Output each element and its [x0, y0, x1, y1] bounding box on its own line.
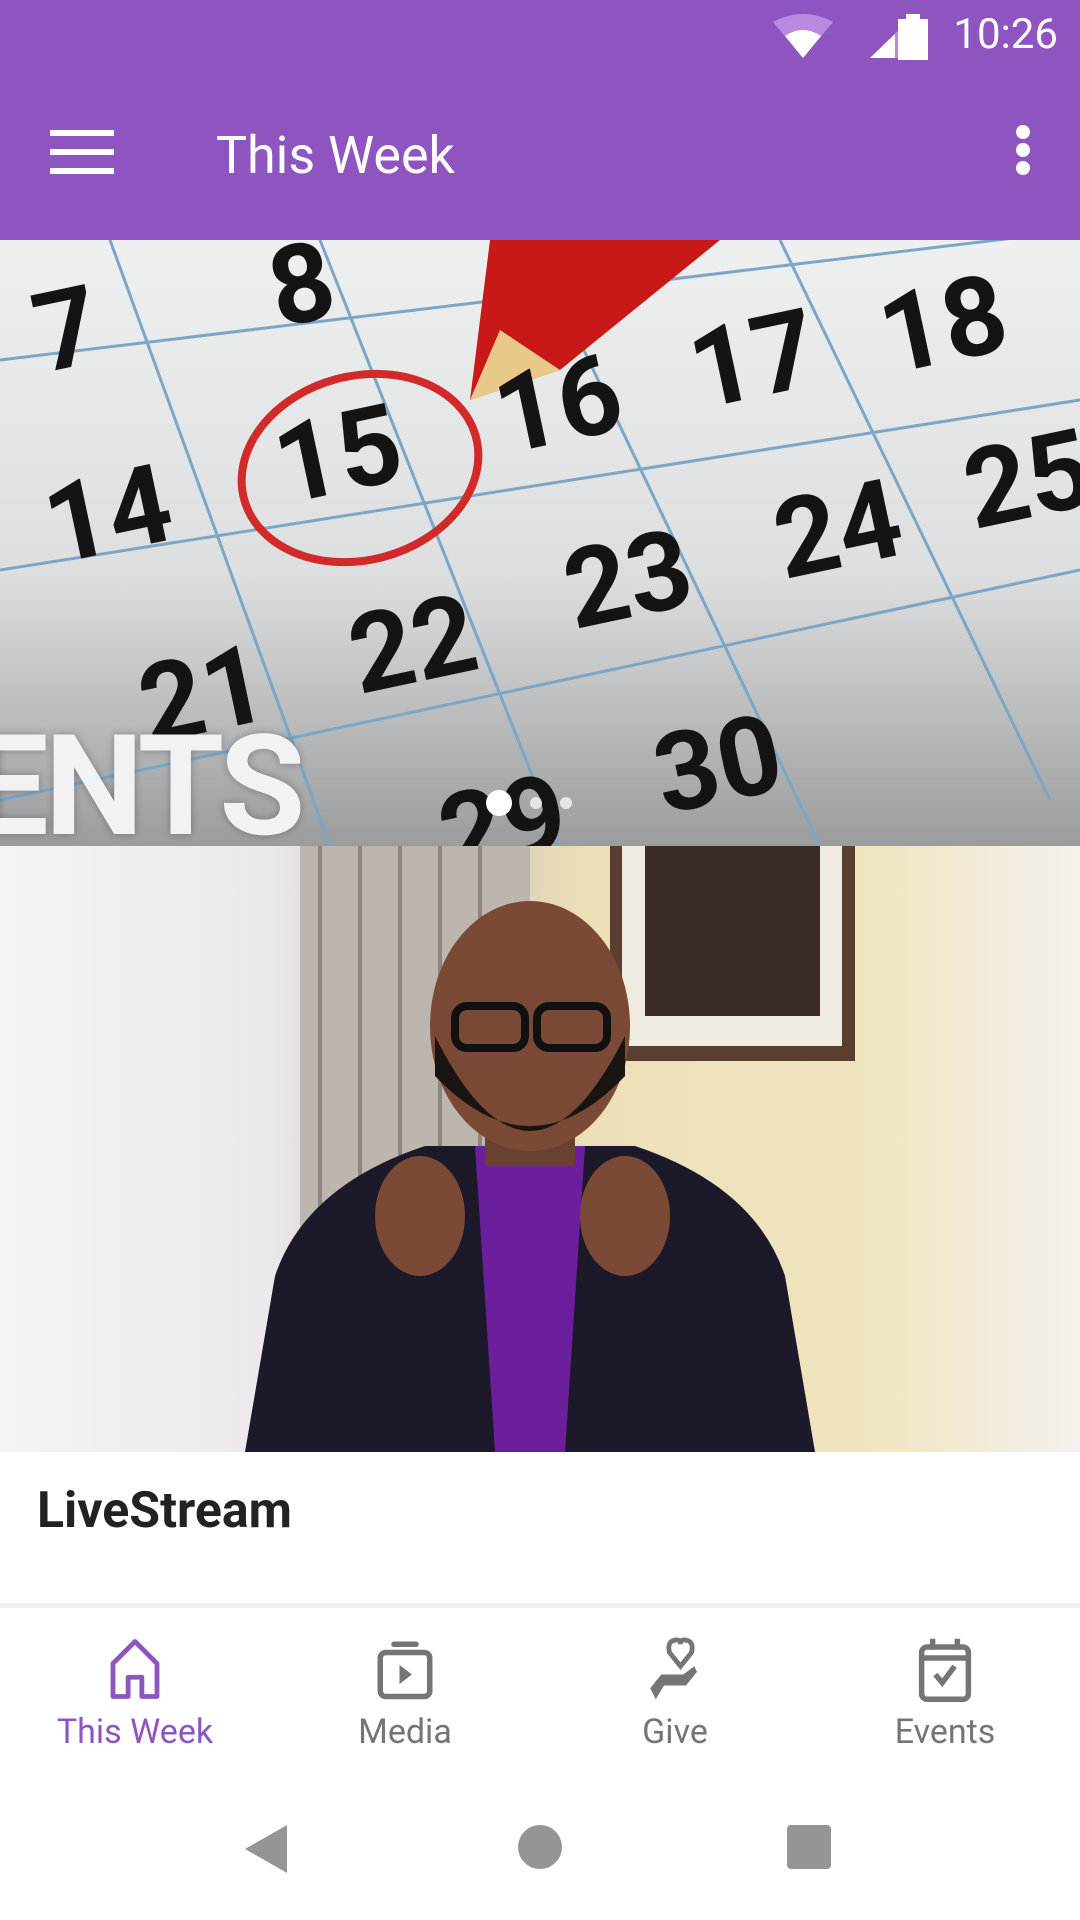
status-time: 10:26: [953, 10, 1058, 59]
home-button[interactable]: [518, 1825, 562, 1869]
calendar-number: 16: [482, 328, 634, 481]
banner-overlay-text: ENTS: [0, 705, 305, 846]
tab-events[interactable]: Events: [810, 1608, 1080, 1778]
calendar-check-icon: [918, 1638, 972, 1702]
home-icon: [110, 1639, 160, 1699]
carousel-dot-active[interactable]: [486, 790, 512, 816]
carousel-dot[interactable]: [560, 797, 572, 809]
tab-label: This Week: [56, 1712, 214, 1752]
carousel-dot[interactable]: [530, 797, 542, 809]
calendar-number: 22: [337, 568, 489, 721]
give-heart-hand-icon: [650, 1637, 697, 1700]
back-button[interactable]: [245, 1825, 287, 1873]
media-play-icon: [377, 1641, 433, 1700]
speaker-person: [245, 901, 815, 1452]
calendar-number: 17: [677, 283, 829, 436]
hamburger-icon[interactable]: [50, 130, 114, 180]
app-bar: This Week: [0, 75, 1080, 240]
calendar-number: 23: [552, 503, 704, 656]
livestream-title[interactable]: LiveStream: [37, 1482, 292, 1540]
carousel-indicator: [486, 790, 572, 816]
calendar-number: 30: [642, 688, 794, 841]
tab-media[interactable]: Media: [270, 1608, 540, 1778]
livestream-thumbnail[interactable]: [0, 846, 1080, 1452]
tab-give[interactable]: Give: [540, 1608, 810, 1778]
battery-icon: [898, 14, 928, 60]
tab-label: Give: [642, 1712, 708, 1752]
bottom-navigation: This Week Media Give Events: [0, 1608, 1080, 1778]
tab-label: Events: [894, 1712, 996, 1752]
page-title: This Week: [216, 125, 455, 186]
calendar-number: 14: [32, 438, 184, 591]
events-banner-carousel[interactable]: 7 8 14 15 16 17 18 21 22 23 24 25 29 30 …: [0, 240, 1080, 846]
recents-button[interactable]: [787, 1825, 831, 1869]
tab-this-week[interactable]: This Week: [0, 1608, 270, 1778]
calendar-number: 18: [867, 248, 1019, 401]
more-vert-icon[interactable]: [1006, 125, 1040, 185]
tab-label: Media: [358, 1712, 452, 1752]
system-navigation-bar: [0, 1780, 1080, 1920]
calendar-number: 15: [262, 378, 414, 531]
calendar-number: 24: [762, 453, 914, 606]
status-bar: 10:26: [0, 0, 1080, 75]
